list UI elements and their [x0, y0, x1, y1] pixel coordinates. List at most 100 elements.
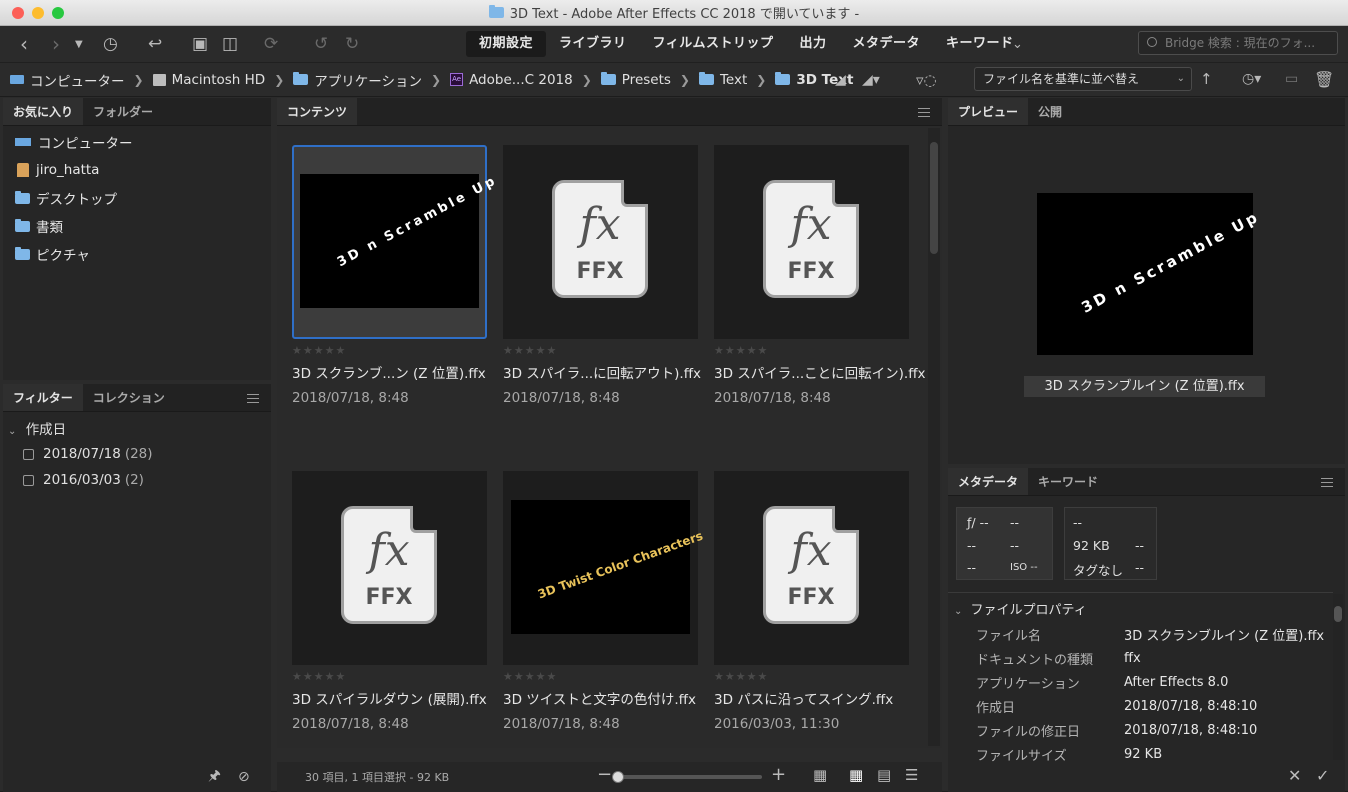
workspace-metadata[interactable]: メタデータ: [840, 31, 934, 57]
metadata-section-header[interactable]: ⌄ ファイルプロパティ: [954, 599, 1087, 618]
workspace-essentials[interactable]: 初期設定: [466, 31, 547, 57]
filter-item[interactable]: 2016/03/03 (2): [23, 472, 144, 488]
favorite-computer[interactable]: コンピューター: [3, 128, 271, 156]
breadcrumb-item-presets[interactable]: Presets: [622, 72, 671, 88]
scramble-preview-text: 3D n Scramble Up: [334, 172, 500, 271]
tab-content[interactable]: コンテンツ: [277, 98, 358, 125]
metadata-tabs: メタデータ キーワード: [948, 468, 1345, 496]
breadcrumb-item-applications[interactable]: アプリケーション: [314, 70, 422, 90]
clear-filter-icon[interactable]: ⊘: [238, 762, 250, 792]
tab-favorites[interactable]: お気に入り: [3, 98, 84, 125]
thumbnail-item[interactable]: fx FFX ★★★★★ 3D スパイラ...に回転アウト).ffx 2018/…: [503, 145, 701, 406]
rotate-left-icon[interactable]: ↺: [314, 29, 328, 59]
details-view-icon[interactable]: ▤: [877, 766, 891, 784]
reveal-recent-icon[interactable]: ↩: [148, 29, 162, 59]
tab-folders[interactable]: フォルダー: [83, 98, 163, 125]
search-input[interactable]: Bridge 検索 : 現在のフォ...: [1138, 31, 1338, 55]
tab-publish[interactable]: 公開: [1028, 98, 1072, 125]
favorite-desktop[interactable]: デスクトップ: [3, 184, 271, 212]
tab-preview[interactable]: プレビュー: [948, 98, 1029, 125]
breadcrumb-item-text[interactable]: Text: [720, 72, 747, 88]
rating-stars[interactable]: ★★★★★: [503, 670, 698, 684]
rating-stars[interactable]: ★★★★★: [714, 344, 909, 358]
chevron-down-icon[interactable]: ▼: [75, 29, 83, 59]
zoom-out-icon[interactable]: −: [597, 764, 612, 785]
pin-icon[interactable]: 🖈: [208, 762, 221, 792]
tab-keywords[interactable]: キーワード: [1028, 468, 1108, 495]
content-scrollbar[interactable]: [928, 128, 940, 746]
recent-files-icon[interactable]: ◷▾: [1242, 64, 1261, 94]
close-window-button[interactable]: [12, 7, 24, 19]
zoom-window-button[interactable]: [52, 7, 64, 19]
new-folder-icon[interactable]: ▭: [1285, 64, 1298, 94]
rating-filter-icon[interactable]: ◢▾: [862, 65, 880, 95]
checkbox[interactable]: [23, 474, 34, 486]
ascending-order-icon[interactable]: ↑: [1200, 64, 1213, 94]
thumbnail-frame[interactable]: 3D n Scramble Up: [292, 145, 500, 339]
workspace-libraries[interactable]: ライブラリ: [546, 31, 640, 57]
filter-icon[interactable]: ▿◌: [916, 65, 937, 95]
minimize-window-button[interactable]: [32, 7, 44, 19]
forward-icon[interactable]: ›: [52, 29, 60, 59]
thumbnail-frame[interactable]: fx FFX: [714, 471, 909, 665]
rating-stars[interactable]: ★★★★★: [714, 670, 909, 684]
rotate-right-icon[interactable]: ↻: [345, 29, 359, 59]
thumbnail-frame[interactable]: fx FFX: [714, 145, 909, 339]
refine-icon[interactable]: ◫: [222, 29, 238, 59]
filter-group[interactable]: ⌄ 作成日: [8, 418, 66, 438]
camera-icon[interactable]: ▣: [192, 29, 208, 59]
slider-handle[interactable]: [612, 771, 624, 783]
rating-stars[interactable]: ★★★★★: [292, 344, 487, 358]
tab-filter[interactable]: フィルター: [3, 384, 83, 411]
filter-item[interactable]: 2018/07/18 (28): [23, 446, 153, 462]
rating-stars[interactable]: ★★★★★: [292, 670, 487, 684]
favorite-documents[interactable]: 書類: [3, 212, 271, 240]
zoom-in-icon[interactable]: +: [771, 764, 786, 785]
metadata-scrollbar[interactable]: [1333, 594, 1343, 760]
panel-menu-icon[interactable]: [247, 394, 259, 403]
file-name: 3D パスに沿ってスイング.ffx: [714, 692, 894, 708]
favorite-home[interactable]: jiro_hatta: [3, 156, 271, 184]
checkbox[interactable]: [23, 448, 34, 460]
scrollbar-thumb[interactable]: [930, 142, 938, 254]
file-date: 2018/07/18, 8:48: [714, 390, 831, 406]
thumbnail-view-icon[interactable]: ▦: [849, 766, 863, 784]
thumbnail-frame[interactable]: 3D Twist Color Characters: [503, 471, 705, 665]
thumbnail-size-slider[interactable]: [612, 771, 762, 783]
list-view-icon[interactable]: ☰: [905, 766, 918, 784]
thumbnail-item[interactable]: 3D n Scramble Up ★★★★★ 3D スクランブ...ン (Z 位…: [292, 145, 500, 406]
thumbnail-item[interactable]: fx FFX ★★★★★ 3D スパイラルダウン (展開).ffx 2018/0…: [292, 471, 487, 732]
workspace-more-icon[interactable]: ⌄: [1012, 29, 1023, 59]
breadcrumb-item-disk[interactable]: Macintosh HD: [172, 72, 266, 88]
sort-select[interactable]: ファイル名を基準に並べ替え ⌄: [974, 67, 1192, 91]
back-icon[interactable]: ‹: [20, 29, 28, 59]
workspace-filmstrip[interactable]: フィルムストリップ: [640, 31, 787, 57]
scrollbar-thumb[interactable]: [1334, 606, 1342, 622]
content-tabs: コンテンツ: [277, 98, 942, 126]
quality-icon[interactable]: ◢: [835, 65, 846, 95]
breadcrumb-item-after-effects[interactable]: Adobe...C 2018: [469, 72, 573, 88]
trash-icon[interactable]: 🗑: [1314, 64, 1334, 94]
tab-metadata[interactable]: メタデータ: [948, 468, 1029, 495]
recent-history-icon[interactable]: ◷: [103, 29, 118, 59]
thumbnail-frame[interactable]: fx FFX: [503, 145, 698, 339]
thumbnail-item[interactable]: 3D Twist Color Characters ★★★★★ 3D ツイストと…: [503, 471, 705, 732]
grid-lock-icon[interactable]: ▦: [813, 766, 827, 784]
breadcrumb-item-computer[interactable]: コンピューター: [30, 70, 125, 90]
thumbnail-frame[interactable]: fx FFX: [292, 471, 487, 665]
exposure-value: --: [967, 538, 977, 553]
rating-stars[interactable]: ★★★★★: [503, 344, 698, 358]
section-label: ファイルプロパティ: [970, 603, 1087, 618]
chevron-right-icon: ❯: [679, 72, 690, 87]
tab-collections[interactable]: コレクション: [83, 384, 175, 411]
thumbnail-item[interactable]: fx FFX ★★★★★ 3D スパイラ...ことに回転イン).ffx 2018…: [714, 145, 926, 406]
favorite-pictures[interactable]: ピクチャ: [3, 240, 271, 268]
thumbnail-item[interactable]: fx FFX ★★★★★ 3D パスに沿ってスイング.ffx 2016/03/0…: [714, 471, 909, 732]
panel-menu-icon[interactable]: [1321, 478, 1333, 487]
preview-image[interactable]: 3D n Scramble Up: [1037, 193, 1263, 355]
open-in-camera-raw-icon[interactable]: ⟳: [264, 29, 278, 59]
panel-menu-icon[interactable]: [918, 108, 930, 117]
cancel-icon[interactable]: ✕: [1288, 766, 1301, 785]
workspace-output[interactable]: 出力: [787, 31, 840, 57]
apply-icon[interactable]: ✓: [1316, 766, 1329, 785]
